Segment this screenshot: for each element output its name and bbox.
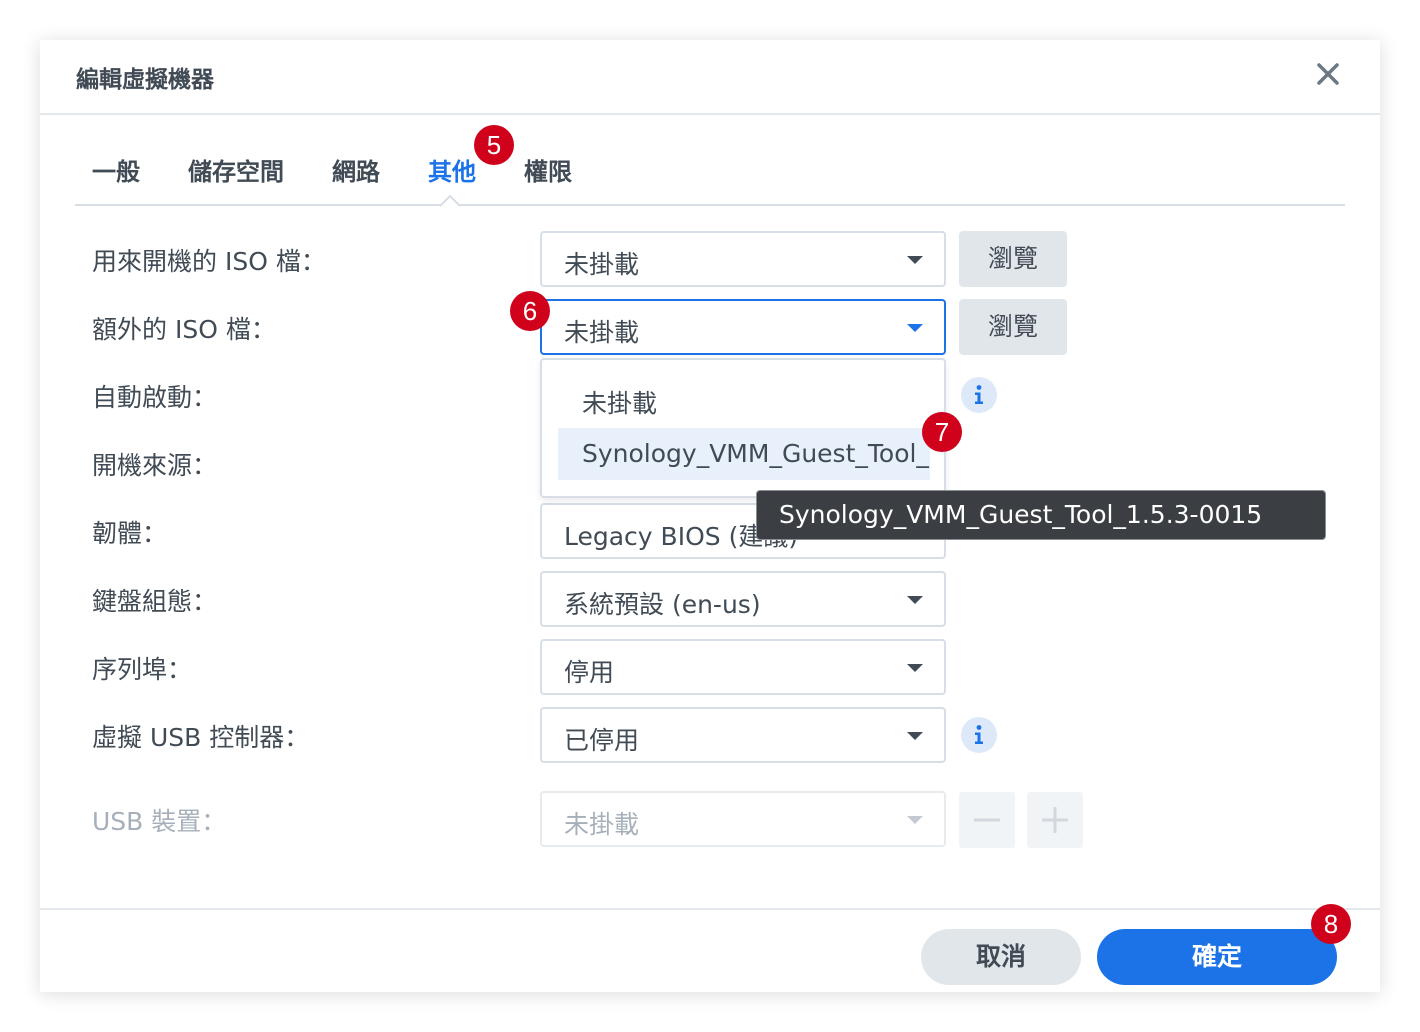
- remove-usb-button[interactable]: [959, 792, 1015, 848]
- edit-vm-dialog: 編輯虛擬機器 一般 儲存空間 網路 其他 權限 用來開機的 ISO 檔： 未掛載…: [40, 40, 1380, 992]
- keyboard-value: 系統預設 (en-us): [564, 590, 761, 619]
- dialog-title: 編輯虛擬機器: [76, 67, 214, 93]
- usb-device-value: 未掛載: [564, 810, 640, 839]
- tab-general[interactable]: 一般: [92, 152, 140, 187]
- boot-iso-value: 未掛載: [564, 250, 640, 279]
- serial-port-select[interactable]: 停用: [540, 639, 946, 695]
- extra-iso-label: 額外的 ISO 檔：: [92, 315, 276, 344]
- dropdown-option-unmounted[interactable]: 未掛載: [558, 378, 930, 430]
- boot-source-label: 開機來源：: [92, 451, 218, 480]
- usb-controller-label: 虛擬 USB 控制器：: [92, 723, 310, 752]
- step-badge-7: 7: [922, 412, 962, 452]
- tab-network[interactable]: 網路: [332, 152, 380, 187]
- usb-device-select[interactable]: 未掛載: [540, 791, 946, 847]
- boot-iso-select[interactable]: 未掛載: [540, 231, 946, 287]
- chevron-down-icon: [907, 732, 923, 740]
- extra-iso-select[interactable]: 未掛載: [540, 299, 946, 355]
- firmware-label: 韌體：: [92, 519, 168, 548]
- chevron-down-icon: [907, 324, 923, 332]
- tab-permissions[interactable]: 權限: [524, 152, 572, 187]
- info-icon[interactable]: [960, 716, 998, 754]
- chevron-down-icon: [907, 816, 923, 824]
- cancel-button[interactable]: 取消: [921, 929, 1081, 985]
- close-icon: [1317, 63, 1339, 85]
- usb-device-label: USB 裝置：: [92, 807, 227, 836]
- add-usb-button[interactable]: [1027, 792, 1083, 848]
- tab-storage[interactable]: 儲存空間: [188, 152, 284, 187]
- extra-iso-value: 未掛載: [564, 318, 640, 347]
- extra-iso-dropdown-list: 未掛載 Synology_VMM_Guest_Tool_1.5.3-0015: [540, 358, 946, 498]
- extra-iso-browse-button[interactable]: 瀏覽: [959, 299, 1067, 355]
- tab-divider: [75, 204, 1345, 206]
- option-tooltip: Synology_VMM_Guest_Tool_1.5.3-0015: [756, 490, 1326, 540]
- usb-controller-value: 已停用: [564, 726, 640, 755]
- plus-icon: [1042, 807, 1068, 833]
- keyboard-select[interactable]: 系統預設 (en-us): [540, 571, 946, 627]
- minus-icon: [974, 818, 1000, 822]
- header-divider: [40, 113, 1380, 115]
- dropdown-option-guest-tool[interactable]: Synology_VMM_Guest_Tool_1.5.3-0015: [558, 428, 930, 480]
- tab-others[interactable]: 其他: [428, 152, 476, 187]
- chevron-down-icon: [907, 256, 923, 264]
- info-icon[interactable]: [960, 376, 998, 414]
- usb-controller-select[interactable]: 已停用: [540, 707, 946, 763]
- active-tab-caret: [440, 195, 460, 207]
- footer-divider: [40, 908, 1380, 910]
- boot-iso-browse-button[interactable]: 瀏覽: [959, 231, 1067, 287]
- confirm-button[interactable]: 確定: [1097, 929, 1337, 985]
- step-badge-5: 5: [474, 125, 514, 165]
- chevron-down-icon: [907, 596, 923, 604]
- boot-iso-label: 用來開機的 ISO 檔：: [92, 247, 326, 276]
- keyboard-label: 鍵盤組態：: [92, 587, 218, 616]
- step-badge-8: 8: [1311, 904, 1351, 944]
- step-badge-6: 6: [510, 291, 550, 331]
- serial-port-label: 序列埠：: [92, 655, 193, 684]
- close-button[interactable]: [1312, 58, 1344, 90]
- serial-port-value: 停用: [564, 658, 615, 687]
- chevron-down-icon: [907, 664, 923, 672]
- autostart-label: 自動啟動：: [92, 383, 218, 412]
